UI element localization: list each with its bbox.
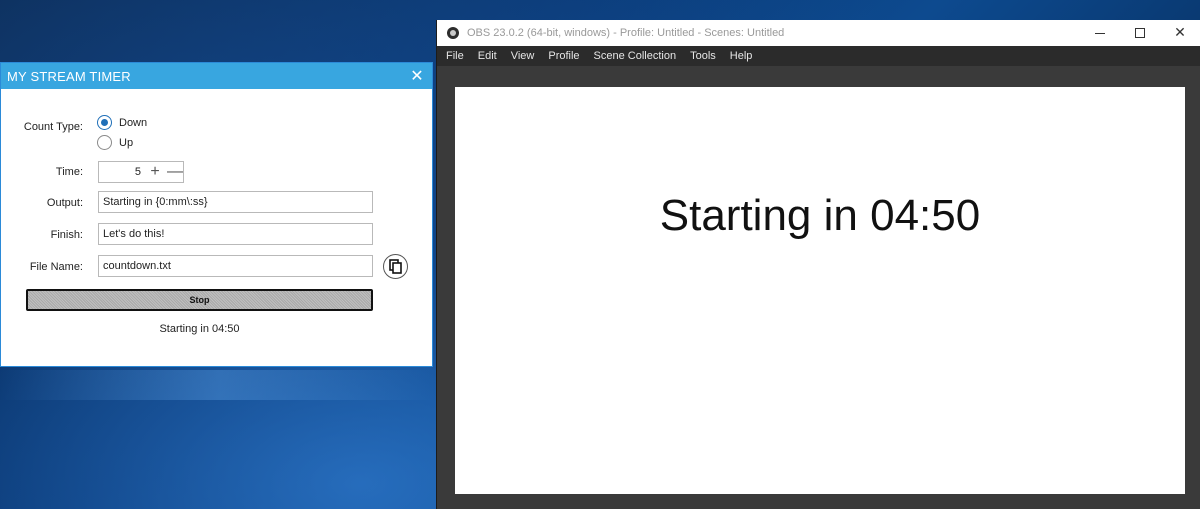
count-down-label: Down xyxy=(119,117,148,129)
maximize-icon xyxy=(1135,28,1145,38)
count-type-label: Count Type: xyxy=(23,121,83,133)
menu-file[interactable]: File xyxy=(439,46,471,66)
file-name-label: File Name: xyxy=(29,261,83,273)
obs-menubar: File Edit View Profile Scene Collection … xyxy=(437,46,1200,66)
output-input[interactable]: Starting in {0:mm\:ss} xyxy=(98,191,373,213)
close-button[interactable]: ✕ xyxy=(1160,20,1200,46)
menu-profile[interactable]: Profile xyxy=(541,46,586,66)
stream-timer-title: MY STREAM TIMER xyxy=(7,68,131,84)
close-icon: ✕ xyxy=(1174,25,1186,41)
output-label: Output: xyxy=(46,197,83,209)
stream-timer-window: MY STREAM TIMER ✕ Count Type: Down Up Ti… xyxy=(0,62,433,367)
file-name-input[interactable]: countdown.txt xyxy=(98,255,373,277)
obs-preview-canvas[interactable]: Starting in 04:50 xyxy=(455,87,1185,494)
minimize-button[interactable] xyxy=(1080,20,1120,46)
obs-window-title: OBS 23.0.2 (64-bit, windows) - Profile: … xyxy=(467,27,785,39)
desktop-light-streak xyxy=(0,370,440,400)
stream-timer-titlebar: MY STREAM TIMER ✕ xyxy=(1,63,432,89)
time-stepper[interactable]: 5 + — xyxy=(98,161,184,183)
menu-view[interactable]: View xyxy=(504,46,542,66)
minus-icon[interactable]: — xyxy=(167,164,183,180)
stop-button[interactable]: Stop xyxy=(26,289,373,311)
copy-icon xyxy=(389,259,402,274)
countdown-status: Starting in 04:50 xyxy=(159,323,240,335)
time-label: Time: xyxy=(55,166,83,178)
preview-countdown-text: Starting in 04:50 xyxy=(659,191,981,240)
count-down-radio[interactable] xyxy=(97,115,112,130)
obs-logo-icon xyxy=(447,27,459,39)
menu-help[interactable]: Help xyxy=(723,46,760,66)
menu-scene-collection[interactable]: Scene Collection xyxy=(587,46,684,66)
obs-window: OBS 23.0.2 (64-bit, windows) - Profile: … xyxy=(436,20,1200,509)
copy-button[interactable] xyxy=(383,254,408,279)
finish-input[interactable]: Let's do this! xyxy=(98,223,373,245)
plus-icon[interactable]: + xyxy=(147,164,163,180)
obs-titlebar: OBS 23.0.2 (64-bit, windows) - Profile: … xyxy=(437,20,1200,46)
window-controls: ✕ xyxy=(1080,20,1200,46)
menu-edit[interactable]: Edit xyxy=(471,46,504,66)
menu-tools[interactable]: Tools xyxy=(683,46,723,66)
time-value[interactable]: 5 xyxy=(135,166,141,178)
finish-label: Finish: xyxy=(50,229,83,241)
count-up-radio[interactable] xyxy=(97,135,112,150)
count-up-label: Up xyxy=(119,137,134,149)
close-icon[interactable]: ✕ xyxy=(408,66,426,86)
maximize-button[interactable] xyxy=(1120,20,1160,46)
minimize-icon xyxy=(1095,32,1105,34)
